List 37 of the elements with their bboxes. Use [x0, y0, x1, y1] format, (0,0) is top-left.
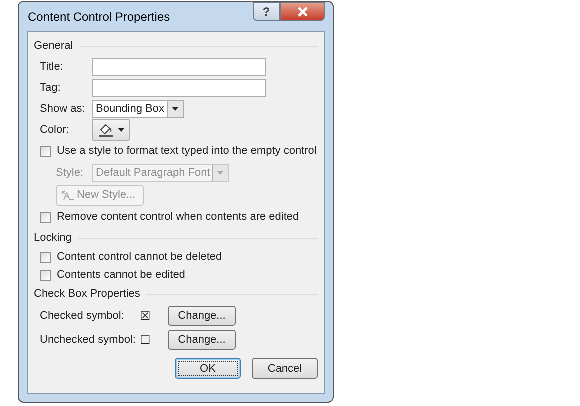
close-button[interactable]: [280, 2, 325, 21]
checkbox-label: Remove content control when contents are edited: [57, 211, 300, 223]
paint-bucket-icon: [98, 122, 114, 136]
input-field[interactable]: [92, 78, 266, 96]
checkbox[interactable]: [40, 146, 51, 156]
section-heading: Check Box Properties: [34, 288, 140, 300]
close-icon: [296, 6, 308, 16]
change-button[interactable]: Change...: [168, 306, 236, 326]
field-label: Show as:: [40, 102, 86, 114]
style-icon: [61, 189, 75, 201]
input-field[interactable]: [92, 58, 266, 76]
checkbox[interactable]: [40, 212, 51, 222]
window-title: Content Control Properties: [27, 10, 170, 24]
caret-icon: [118, 128, 124, 132]
field-label: Tag:: [40, 82, 62, 94]
symbol-preview: ☐: [140, 333, 152, 347]
field-label: Style:: [56, 167, 85, 179]
field-label: Unchecked symbol:: [40, 334, 137, 346]
section-heading: Locking: [34, 232, 72, 244]
checkbox-label: Contents cannot be edited: [57, 269, 186, 281]
dialog-button[interactable]: Cancel: [252, 358, 318, 379]
checkbox[interactable]: [40, 252, 51, 262]
help-button[interactable]: ?: [253, 2, 280, 21]
dropdown[interactable]: Bounding Box: [92, 100, 184, 118]
field-label: Checked symbol:: [40, 310, 126, 322]
caret-icon: [172, 106, 178, 110]
section-heading: General: [34, 40, 74, 52]
change-button[interactable]: Change...: [168, 330, 236, 350]
checkbox-label: Use a style to format text typed into the empty control: [57, 145, 317, 157]
checkbox-label: Content control cannot be deleted: [57, 251, 222, 263]
checkbox[interactable]: [40, 270, 51, 280]
color-button[interactable]: [92, 118, 130, 140]
caret-icon: [217, 171, 224, 175]
symbol-preview: ☒: [140, 309, 152, 323]
field-label: Color:: [40, 124, 70, 136]
dialog-button[interactable]: OK: [175, 358, 241, 379]
field-label: Title:: [40, 60, 64, 72]
